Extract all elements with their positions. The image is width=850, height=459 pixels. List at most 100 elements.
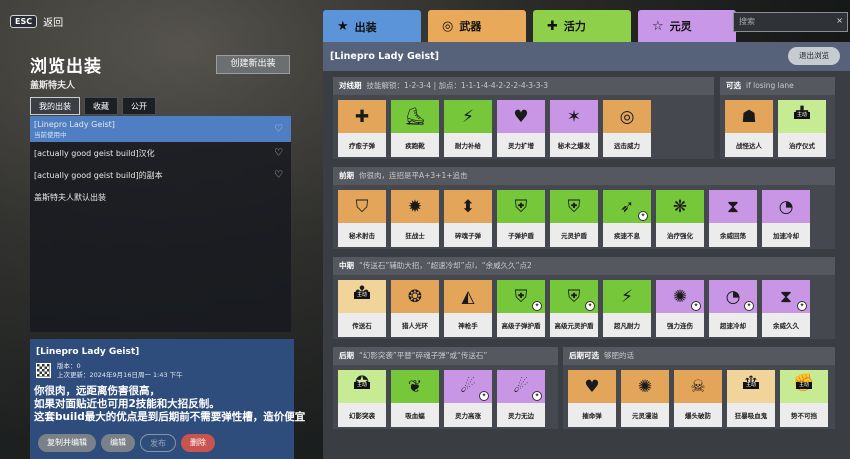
- item-card[interactable]: ⛉ 秘术射击: [338, 190, 386, 247]
- item-icon: ✺: [672, 286, 688, 307]
- tab-vitality[interactable]: ✚ 活力: [533, 10, 631, 42]
- exit-browse-button[interactable]: 退出浏览: [788, 47, 840, 65]
- item-card[interactable]: ◭ 神枪手: [444, 280, 492, 337]
- esc-key[interactable]: ESC: [10, 15, 38, 28]
- heart-icon[interactable]: ♡: [274, 124, 283, 135]
- item-card[interactable]: ✪主动幻影突袭: [338, 370, 386, 427]
- section-hint: 够肥的话: [604, 351, 634, 360]
- item-card[interactable]: ⧗ 余威回荡: [709, 190, 757, 247]
- item-icon: ❋: [672, 196, 688, 217]
- item-card[interactable]: ⬍ 碎魂子弹: [444, 190, 492, 247]
- tab-favorites[interactable]: 收藏: [84, 97, 118, 115]
- item-card[interactable]: ◔ ✦ 超速冷却: [709, 280, 757, 337]
- item-card[interactable]: ☠ 爆头破防: [674, 370, 722, 427]
- build-section: 后期可选够肥的话♥摧命弹✺元灵漫溢☠爆头破防♆主动狂暴吸血鬼✊主动势不可挡: [563, 347, 835, 429]
- vitality-icon: ✚: [547, 18, 558, 34]
- section-header: 后期 “幻影突袭”平替“碎魂子弹”或“传送石”: [333, 347, 558, 365]
- item-label: 耐力补给: [455, 142, 481, 150]
- item-icon: ◔: [725, 286, 741, 307]
- back-link[interactable]: 返回: [43, 14, 63, 29]
- build-name: 盖斯特夫人默认出装: [34, 192, 106, 202]
- card-actions: 复制并编辑 编辑 发布 删除: [38, 434, 215, 452]
- item-label: 秘术射击: [349, 232, 375, 240]
- section-header: 对线期 技能解锁：1-2-3-4 | 加点：1-1-1-4-4-2-2-2-4-3…: [333, 77, 714, 95]
- list-item[interactable]: [Linepro Lady Geist] 当前使用中 ♡: [30, 116, 291, 142]
- item-card[interactable]: ⛨ ✦ 高级元灵护盾: [550, 280, 598, 337]
- item-card[interactable]: ⛨ ✦ 高级子弹护盾: [497, 280, 545, 337]
- heart-icon[interactable]: ♡: [274, 170, 283, 181]
- item-card[interactable]: ❂ 猎人光环: [391, 280, 439, 337]
- item-card[interactable]: ✹ 狂战士: [391, 190, 439, 247]
- item-label: 子弹护盾: [508, 232, 534, 240]
- section-title: 中期: [339, 261, 354, 270]
- item-card[interactable]: ♆主动狂暴吸血鬼: [727, 370, 775, 427]
- active-badge: 主动: [742, 382, 760, 389]
- item-card[interactable]: ⧗ ✦ 余威久久: [762, 280, 810, 337]
- search-input[interactable]: 搜索 ×: [733, 12, 848, 32]
- list-item[interactable]: [actually good geist build]的副本 ♡: [30, 164, 291, 186]
- item-icon: ➶: [619, 196, 635, 217]
- item-card[interactable]: ☗ 战怪达人: [725, 100, 773, 157]
- item-row: ✪主动幻影突袭❦吸血蝠☄✦灵力高涨☄✦灵力无边: [338, 370, 545, 427]
- copy-edit-button[interactable]: 复制并编辑: [38, 434, 96, 452]
- item-icon: ♥: [584, 376, 600, 397]
- item-card[interactable]: ✶ 秘术之爆发: [550, 100, 598, 157]
- tab-label: 出装: [354, 20, 377, 34]
- publish-button[interactable]: 发布: [140, 434, 176, 452]
- item-label: 余威回荡: [720, 232, 746, 240]
- close-icon[interactable]: ×: [836, 16, 843, 25]
- section-header: 中期 “传送石”辅助大招，“超速冷却”点I，“余威久久”点2: [333, 257, 835, 275]
- upgrade-icon: ✦: [638, 211, 648, 221]
- item-icon: ☄: [460, 376, 476, 397]
- item-icon: ☗: [741, 106, 757, 127]
- section-hint: if losing lane: [746, 81, 794, 90]
- section-hint: 技能解锁：1-2-3-4 | 加点：1-1-1-4-4-2-2-2-4-3-3-…: [366, 81, 549, 90]
- item-card[interactable]: ✺ ✦ 强力连伤: [656, 280, 704, 337]
- tab-build[interactable]: ★ 出装: [323, 10, 421, 43]
- item-label: 猎人光环: [402, 322, 428, 330]
- item-label: 治疗强化: [667, 232, 693, 240]
- tab-spirit[interactable]: ☆ 元灵: [638, 10, 736, 42]
- item-icon: ⛨: [567, 196, 581, 217]
- item-card[interactable]: ⚡ 超凡耐力: [603, 280, 651, 337]
- tab-public[interactable]: 公开: [122, 97, 156, 115]
- list-item[interactable]: [actually good geist build]汉化 ♡: [30, 142, 291, 164]
- item-card[interactable]: ⛸ 疾跑靴: [391, 100, 439, 157]
- item-label: 疗愈子弹: [349, 142, 375, 150]
- item-label: 吸血蝠: [405, 412, 425, 420]
- item-card[interactable]: ⚡ 耐力补给: [444, 100, 492, 157]
- tab-weapon[interactable]: ◎ 武器: [428, 10, 526, 42]
- tab-my-builds[interactable]: 我的出装: [30, 97, 80, 115]
- section-title: 后期: [339, 351, 354, 360]
- item-card[interactable]: ✺ 元灵漫溢: [621, 370, 669, 427]
- item-card[interactable]: ❦ 吸血蝠: [391, 370, 439, 427]
- hero-name: 盖斯特夫人: [30, 81, 76, 91]
- item-card[interactable]: ⛨ 元灵护盾: [550, 190, 598, 247]
- section-title: 前期: [339, 171, 354, 180]
- upgrade-icon: ✦: [744, 301, 754, 311]
- item-card[interactable]: ✚主动治疗仪式: [778, 100, 826, 157]
- item-card[interactable]: ☄ ✦ 灵力无边: [497, 370, 545, 427]
- item-card[interactable]: ⛨ 子弹护盾: [497, 190, 545, 247]
- item-card[interactable]: ◎ 远击威力: [603, 100, 651, 157]
- create-build-button[interactable]: 创建新出装: [216, 55, 290, 74]
- item-card[interactable]: ❋ 治疗强化: [656, 190, 704, 247]
- heart-icon[interactable]: ♡: [274, 148, 283, 159]
- star-icon: ★: [337, 19, 349, 34]
- item-card[interactable]: ➶ ✦ 疾速不息: [603, 190, 651, 247]
- build-section: 中期“传送石”辅助大招，“超速冷却”点I，“余威久久”点2 ✤主动传送石❂猎人光环…: [333, 257, 835, 339]
- item-card[interactable]: ◔ 加速冷却: [762, 190, 810, 247]
- item-card[interactable]: ✤主动传送石: [338, 280, 386, 337]
- delete-button[interactable]: 删除: [181, 434, 215, 452]
- section-header: 后期可选 够肥的话: [563, 347, 835, 365]
- list-item[interactable]: 盖斯特夫人默认出装: [30, 186, 291, 208]
- item-label: 狂暴吸血鬼: [734, 412, 768, 420]
- item-card[interactable]: ✊主动势不可挡: [780, 370, 828, 427]
- item-label: 爆头破防: [685, 412, 711, 420]
- item-card[interactable]: ☄ ✦ 灵力高涨: [444, 370, 492, 427]
- item-card[interactable]: ♥ 灵力扩增: [497, 100, 545, 157]
- item-card[interactable]: ✚ 疗愈子弹: [338, 100, 386, 157]
- item-card[interactable]: ♥ 摧命弹: [568, 370, 616, 427]
- edit-button[interactable]: 编辑: [101, 434, 135, 452]
- build-tabs: 我的出装 收藏 公开: [30, 97, 156, 115]
